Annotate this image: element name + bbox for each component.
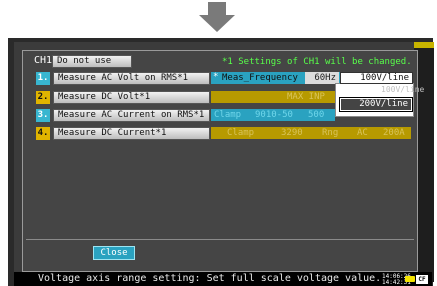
channel-label: CH1 <box>34 55 53 66</box>
row4-range-mode: AC <box>357 128 368 138</box>
row4-clamp-label: Clamp <box>227 128 255 138</box>
row3-clamp-label: Clamp <box>214 110 242 120</box>
option-number-2: 2. <box>36 91 50 104</box>
dropdown-option-100v[interactable]: 100V/line <box>381 85 424 94</box>
row3-extra-value: 500 <box>308 110 325 120</box>
option-number-3: 3. <box>36 109 50 122</box>
memory-card-icon <box>405 276 415 282</box>
measure-dc-current-button[interactable]: Measure DC Current*1 <box>53 127 210 140</box>
measure-ac-volt-button[interactable]: Measure AC Volt on RMS*1 <box>53 72 210 85</box>
voltage-range-select[interactable]: 100V/line <box>340 72 413 84</box>
row3-clamp-value: 9010-50 <box>255 110 293 120</box>
status-message: Voltage axis range setting: Set full sca… <box>38 273 382 284</box>
down-arrow-icon <box>199 2 235 32</box>
row4-clamp-value: 3290 <box>281 128 303 138</box>
option-number-4: 4. <box>36 127 50 140</box>
clock-display: 14:06:26 14:42:31 <box>382 273 411 286</box>
meas-frequency-label: Meas_Frequency <box>222 73 298 83</box>
row4-range-label: Rng <box>322 128 339 138</box>
frequency-value[interactable]: 60Hz <box>305 72 339 84</box>
close-button[interactable]: Close <box>93 246 135 260</box>
do-not-use-button[interactable]: Do not use <box>52 55 132 68</box>
measure-ac-current-button[interactable]: Measure AC Current on RMS*1 <box>53 109 210 122</box>
row4-range-value: 200A <box>383 128 405 138</box>
measure-dc-volt-button[interactable]: Measure DC Volt*1 <box>53 91 210 104</box>
cf-card-badge: CF <box>416 275 428 284</box>
option-number-1: 1. <box>36 72 50 85</box>
dropdown-option-200v-selected[interactable]: 200V/line <box>339 97 413 112</box>
max-input-label: MAX INP <box>287 92 325 102</box>
settings-note: *1 Settings of CH1 will be changed. <box>222 57 412 67</box>
active-marker: * <box>213 72 219 82</box>
